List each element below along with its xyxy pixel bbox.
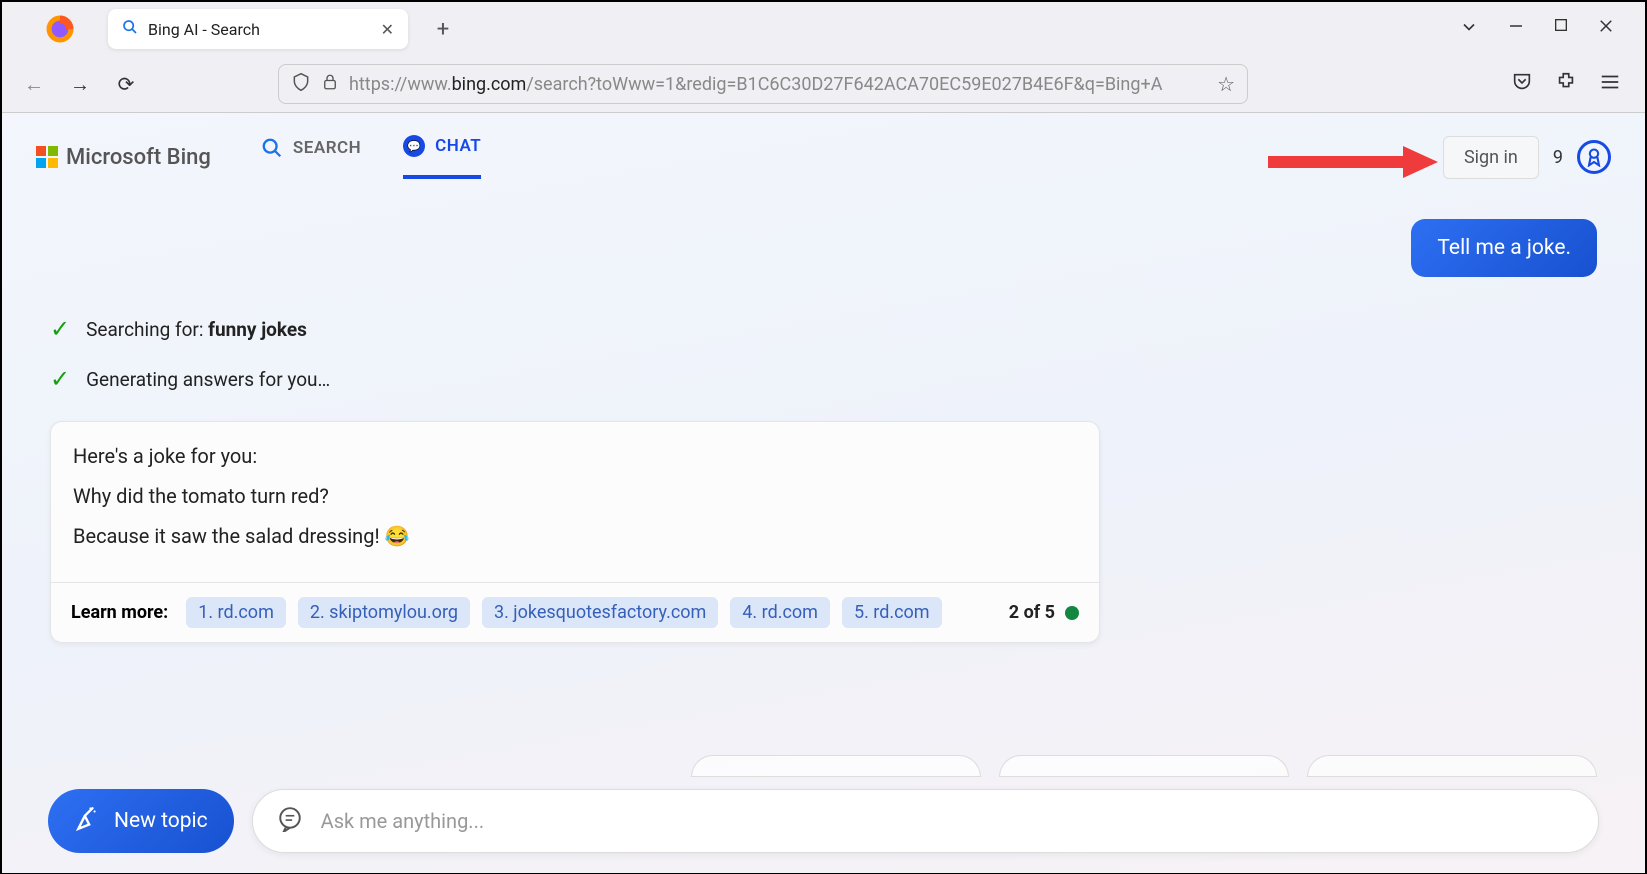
ask-input-container[interactable] xyxy=(252,789,1599,853)
bing-header: Microsoft Bing SEARCH 💬 CHAT Sign in 9 xyxy=(2,113,1645,179)
tab-search-label: SEARCH xyxy=(293,138,361,158)
tab-chat-label: CHAT xyxy=(435,136,481,156)
answer-line: Here's a joke for you: xyxy=(73,444,1077,468)
bing-logo-text: Microsoft Bing xyxy=(66,145,211,170)
answer-line: Because it saw the salad dressing! 😂 xyxy=(73,524,1077,548)
extensions-icon[interactable] xyxy=(1555,71,1577,97)
learn-more-label: Learn more: xyxy=(71,602,168,623)
suggestion-pill[interactable] xyxy=(999,755,1289,777)
status-generating: ✓ Generating answers for you… xyxy=(50,365,1597,393)
url-text: https://www.bing.com/search?toWww=1&redi… xyxy=(349,74,1207,95)
source-link[interactable]: 3. jokesquotesfactory.com xyxy=(482,597,718,628)
ask-input[interactable] xyxy=(321,809,1574,833)
status-dot-icon xyxy=(1065,606,1079,620)
bing-favicon xyxy=(122,19,138,39)
rewards-icon[interactable] xyxy=(1577,140,1611,174)
source-link[interactable]: 5. rd.com xyxy=(842,597,942,628)
answer-content: Here's a joke for you: Why did the tomat… xyxy=(51,422,1099,582)
forward-button[interactable]: → xyxy=(66,72,94,97)
bookmark-star-icon[interactable]: ☆ xyxy=(1217,72,1235,96)
suggestions-row xyxy=(691,755,1597,777)
pocket-icon[interactable] xyxy=(1511,71,1533,97)
tab-title: Bing AI - Search xyxy=(148,20,371,39)
suggestion-pill[interactable] xyxy=(691,755,981,777)
answer-line: Why did the tomato turn red? xyxy=(73,484,1077,508)
input-bar: New topic xyxy=(48,789,1599,853)
signin-button[interactable]: Sign in xyxy=(1443,136,1539,179)
lock-icon[interactable] xyxy=(321,73,339,95)
microsoft-logo-icon xyxy=(36,146,58,168)
response-counter: 2 of 5 xyxy=(1009,602,1079,623)
search-icon xyxy=(261,137,283,159)
source-link[interactable]: 2. skiptomylou.org xyxy=(298,597,470,628)
source-link[interactable]: 1. rd.com xyxy=(186,597,286,628)
bing-chat-page: Microsoft Bing SEARCH 💬 CHAT Sign in 9 T… xyxy=(2,113,1645,873)
broom-icon xyxy=(74,805,100,837)
tab-close-button[interactable]: ✕ xyxy=(381,20,394,39)
answer-footer: Learn more: 1. rd.com 2. skiptomylou.org… xyxy=(51,582,1099,642)
close-button[interactable] xyxy=(1597,17,1615,41)
minimize-button[interactable] xyxy=(1507,17,1525,41)
reload-button[interactable]: ⟳ xyxy=(112,72,140,96)
status-searching-text: Searching for: funny jokes xyxy=(86,318,307,341)
browser-toolbar: ← → ⟳ https://www.bing.com/search?toWww=… xyxy=(2,56,1645,112)
browser-tab[interactable]: Bing AI - Search ✕ xyxy=(108,9,408,49)
back-button[interactable]: ← xyxy=(20,72,48,97)
chat-area: Tell me a joke. ✓ Searching for: funny j… xyxy=(2,179,1645,643)
checkmark-icon: ✓ xyxy=(50,365,70,393)
maximize-button[interactable] xyxy=(1553,17,1569,41)
checkmark-icon: ✓ xyxy=(50,315,70,343)
header-right: Sign in 9 xyxy=(1443,136,1611,179)
tab-search[interactable]: SEARCH xyxy=(261,135,361,179)
annotation-arrow xyxy=(1268,142,1438,182)
new-topic-label: New topic xyxy=(114,809,208,833)
new-topic-button[interactable]: New topic xyxy=(48,789,234,853)
assistant-answer-box: Here's a joke for you: Why did the tomat… xyxy=(50,421,1100,643)
new-tab-button[interactable]: + xyxy=(428,17,458,42)
firefox-logo[interactable] xyxy=(42,11,78,47)
rewards-count: 9 xyxy=(1553,147,1563,168)
tab-overflow-icon[interactable] xyxy=(1459,17,1479,41)
source-link[interactable]: 4. rd.com xyxy=(730,597,830,628)
suggestion-pill[interactable] xyxy=(1307,755,1597,777)
tab-chat[interactable]: 💬 CHAT xyxy=(403,135,481,179)
chat-icon: 💬 xyxy=(403,135,425,157)
status-generating-text: Generating answers for you… xyxy=(86,368,330,391)
window-controls xyxy=(1459,17,1635,41)
user-message-bubble: Tell me a joke. xyxy=(1411,219,1597,277)
url-bar[interactable]: https://www.bing.com/search?toWww=1&redi… xyxy=(278,64,1248,104)
microsoft-bing-logo[interactable]: Microsoft Bing xyxy=(36,145,211,170)
shield-icon[interactable] xyxy=(291,72,311,96)
bing-nav-tabs: SEARCH 💬 CHAT xyxy=(261,135,481,179)
status-searching: ✓ Searching for: funny jokes xyxy=(50,315,1597,343)
chat-bubble-icon xyxy=(277,806,303,836)
hamburger-menu-icon[interactable] xyxy=(1599,71,1621,97)
browser-chrome: Bing AI - Search ✕ + ← → ⟳ https://www.b… xyxy=(2,2,1645,113)
tab-bar: Bing AI - Search ✕ + xyxy=(2,2,1645,56)
